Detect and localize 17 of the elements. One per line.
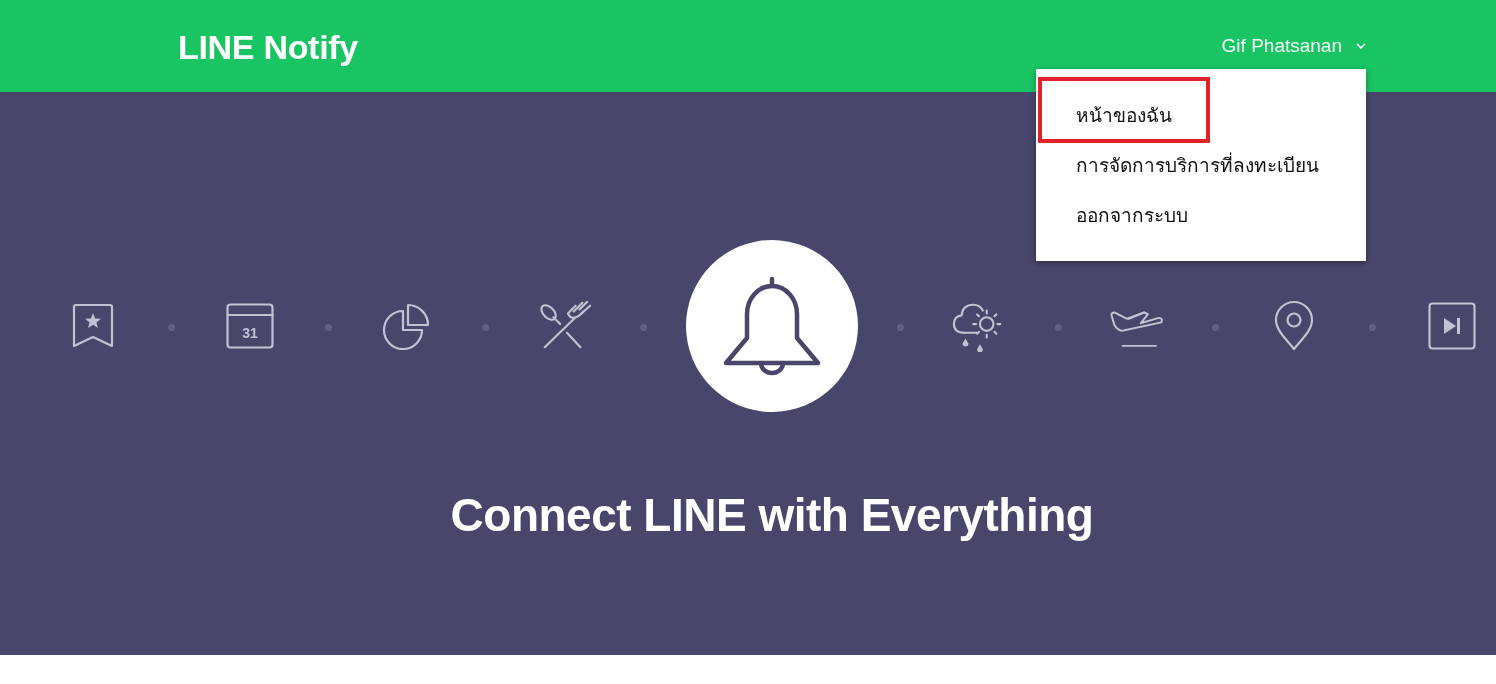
dot-icon: [1211, 324, 1219, 331]
map-pin-icon: [1273, 300, 1316, 352]
menu-item[interactable]: การจัดการบริการที่ลงทะเบียน: [1036, 140, 1366, 190]
dot-icon: [167, 324, 175, 331]
dot-icon: [1369, 324, 1377, 331]
dot-icon: [639, 324, 647, 331]
menu-item[interactable]: หน้าของฉัน: [1038, 77, 1210, 143]
chevron-down-icon: [1356, 43, 1366, 49]
dot-icon: [482, 324, 490, 331]
hero-title: Connect LINE with Everything: [450, 488, 1094, 542]
bookmark-star-icon: [70, 303, 115, 349]
dot-icon: [1054, 324, 1062, 331]
dot-icon: [325, 324, 333, 331]
dot-icon: [897, 324, 905, 331]
menu-item[interactable]: ออกจากระบบ: [1036, 190, 1366, 240]
skip-forward-icon: [1427, 302, 1476, 350]
calendar-icon: 31: [225, 303, 274, 349]
